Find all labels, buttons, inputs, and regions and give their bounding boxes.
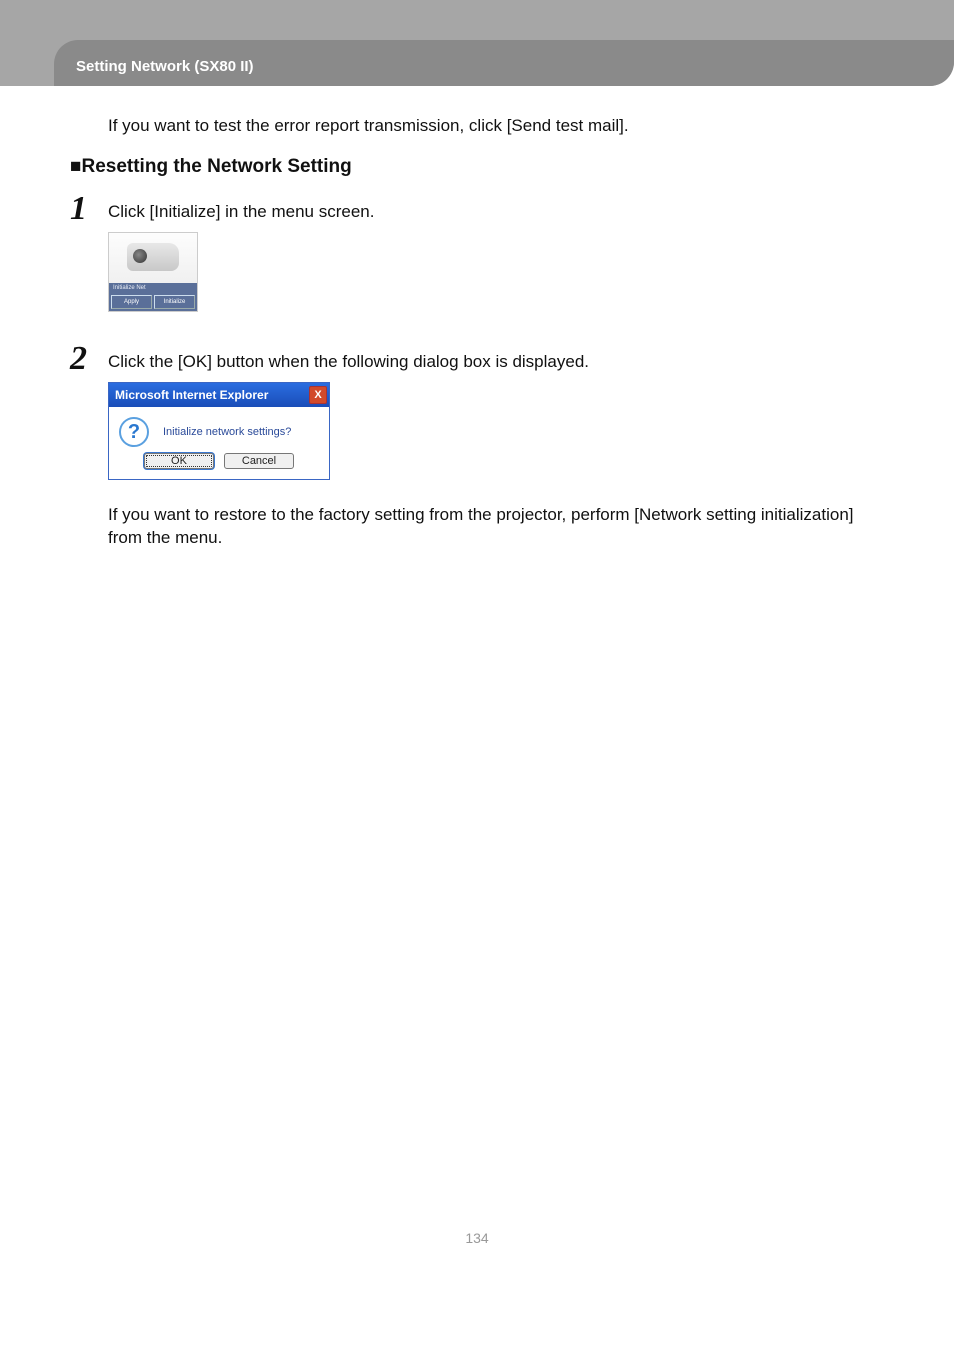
cancel-button[interactable]: Cancel (224, 453, 294, 469)
step-1-text: Click [Initialize] in the menu screen. (108, 202, 884, 222)
apply-button[interactable]: Apply (111, 295, 152, 309)
step-2: 2 Click the [OK] button when the followi… (70, 342, 884, 550)
step-body: Click the [OK] button when the following… (108, 342, 884, 550)
page-header-band: Setting Network (SX80 II) (0, 0, 954, 86)
dialog-titlebar: Microsoft Internet Explorer X (109, 383, 329, 407)
step-1: 1 Click [Initialize] in the menu screen.… (70, 192, 884, 312)
section-heading-text: Resetting the Network Setting (81, 156, 351, 177)
ok-button[interactable]: OK (144, 453, 214, 469)
page-number: 134 (0, 1230, 954, 1276)
intro-text: If you want to test the error report tra… (108, 116, 884, 136)
step-body: Click [Initialize] in the menu screen. I… (108, 192, 884, 312)
step-2-after-note: If you want to restore to the factory se… (108, 504, 884, 550)
section-heading: ■Resetting the Network Setting (70, 156, 884, 178)
close-icon[interactable]: X (309, 386, 327, 404)
projector-image (109, 233, 197, 283)
dialog-body: ? Initialize network settings? (109, 407, 329, 453)
dialog-message: Initialize network settings? (163, 426, 291, 438)
dialog-title: Microsoft Internet Explorer (115, 388, 309, 402)
projector-card-label: Initialize Net (109, 283, 197, 293)
dialog-actions: OK Cancel (109, 453, 329, 479)
question-icon: ? (119, 417, 149, 447)
projector-lens-icon (133, 249, 147, 263)
step-number: 2 (70, 342, 108, 376)
step-2-text: Click the [OK] button when the following… (108, 352, 884, 372)
projector-card-buttons: Apply Initialize (109, 293, 197, 311)
page-content: If you want to test the error report tra… (0, 86, 954, 550)
step-number: 1 (70, 192, 108, 226)
initialize-button[interactable]: Initialize (154, 295, 195, 309)
header-title: Setting Network (SX80 II) (76, 58, 254, 75)
section-bullet: ■ (70, 156, 81, 177)
close-glyph: X (314, 389, 321, 401)
question-glyph: ? (128, 421, 140, 444)
projector-card: Initialize Net Apply Initialize (108, 232, 198, 312)
projector-icon (127, 243, 179, 271)
confirm-dialog: Microsoft Internet Explorer X ? Initiali… (108, 382, 330, 480)
